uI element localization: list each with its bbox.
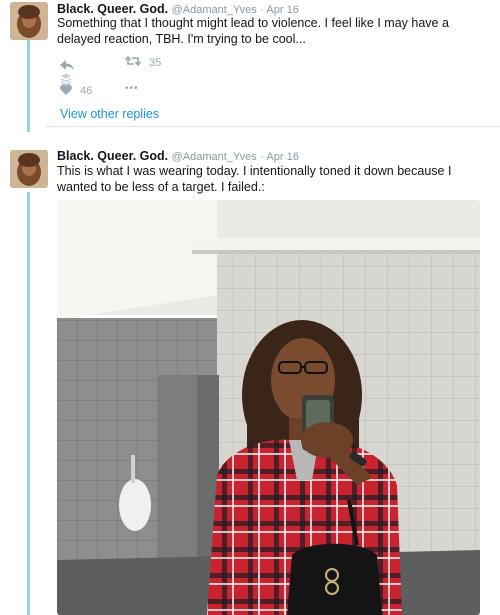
- heart-icon: [60, 84, 72, 98]
- tweet-text: Something that I thought might lead to v…: [57, 16, 449, 46]
- avatar[interactable]: [10, 2, 48, 40]
- more-icon[interactable]: •••: [125, 83, 139, 94]
- divider: [45, 126, 500, 127]
- retweet-icon: [124, 55, 142, 69]
- timestamp[interactable]: Apr 16: [266, 151, 298, 163]
- tweet-header: Black. Queer. God. @Adamant_Yves · Apr 1…: [57, 2, 299, 16]
- retweet-count: 35: [149, 56, 162, 69]
- selfie-image: [57, 200, 480, 615]
- tweet-header: Black. Queer. God. @Adamant_Yves · Apr 1…: [57, 149, 299, 163]
- like-button[interactable]: 46: [60, 84, 92, 98]
- thread-line: [27, 40, 30, 132]
- username[interactable]: @Adamant_Yves: [172, 151, 257, 163]
- tweet-text: This is what I was wearing today. I inte…: [57, 164, 452, 194]
- display-name[interactable]: Black. Queer. God.: [57, 2, 168, 16]
- retweet-button[interactable]: 35: [124, 55, 162, 69]
- avatar[interactable]: [10, 150, 48, 188]
- thread-line: [27, 192, 30, 615]
- like-count: 46: [80, 85, 93, 97]
- display-name[interactable]: Black. Queer. God.: [57, 149, 168, 163]
- tweet-photo[interactable]: [57, 200, 480, 615]
- view-other-replies-link[interactable]: View other replies: [60, 107, 159, 121]
